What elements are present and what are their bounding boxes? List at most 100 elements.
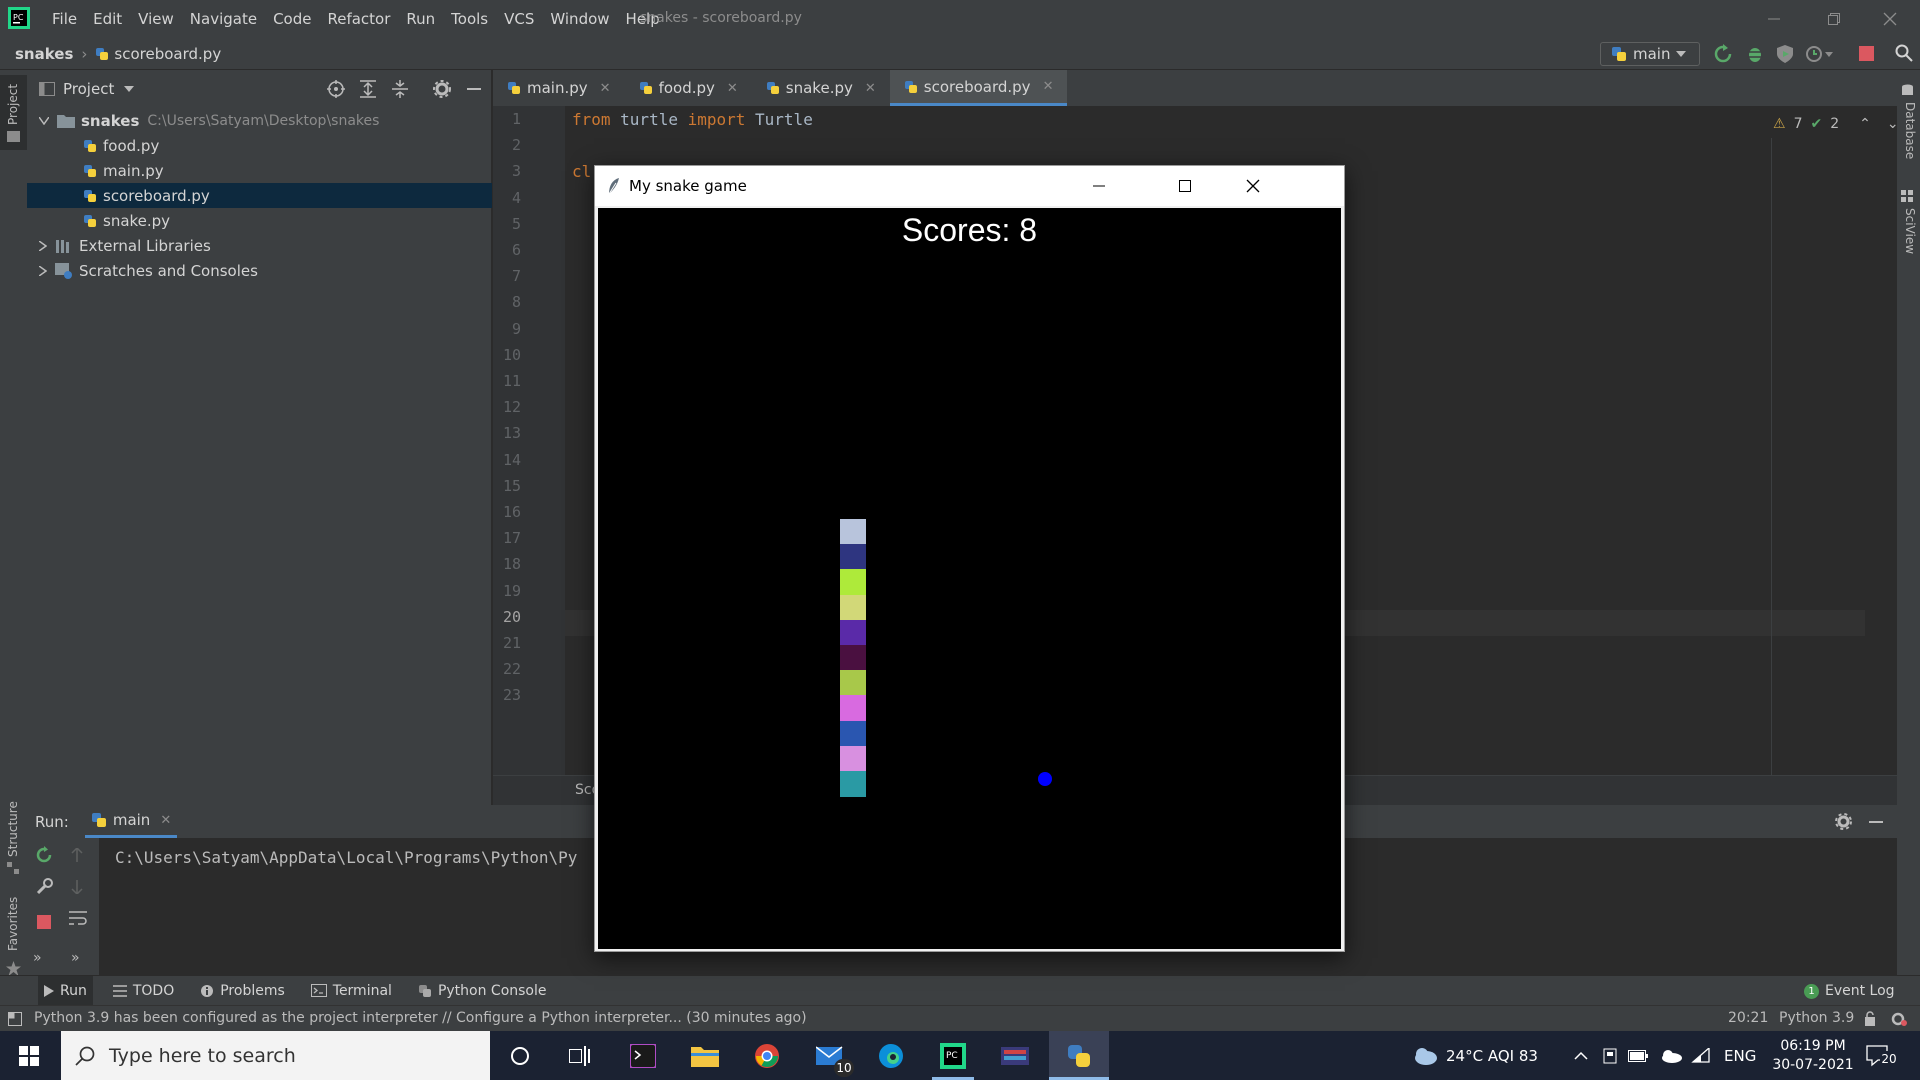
inspection-widget[interactable]: ⚠ 7 ✔ 2 ⌃ ⌄ — [1773, 116, 1899, 132]
taskbar-mail[interactable]: 10 — [801, 1031, 859, 1080]
profile-button[interactable] — [1805, 44, 1833, 64]
minimize-button[interactable] — [1744, 0, 1804, 37]
tool-tab-terminal[interactable]: Terminal — [310, 983, 392, 999]
wrench-icon[interactable] — [35, 878, 53, 896]
project-panel-title[interactable]: Project — [63, 80, 114, 98]
collapse-all-icon[interactable] — [392, 80, 408, 98]
game-maximize-button[interactable] — [1157, 166, 1213, 206]
project-tool-window-button[interactable]: Project — [0, 75, 27, 150]
game-title-bar[interactable]: My snake game — [595, 166, 1344, 206]
tool-tab-python-console[interactable]: Python Console — [418, 983, 547, 999]
code-line-3[interactable]: cl — [572, 162, 591, 181]
menu-code[interactable]: Code — [265, 10, 319, 28]
menu-edit[interactable]: Edit — [85, 10, 130, 28]
chevron-down-icon[interactable] — [39, 116, 49, 125]
taskbar-file-explorer[interactable] — [676, 1031, 734, 1080]
gear-icon[interactable] — [433, 80, 451, 98]
restore-button[interactable] — [1804, 0, 1864, 37]
game-canvas[interactable]: Scores: 8 — [598, 208, 1341, 949]
cortana-button[interactable] — [491, 1031, 549, 1080]
menu-vcs[interactable]: VCS — [496, 10, 542, 28]
tool-tab-event-log[interactable]: 1 Event Log — [1804, 983, 1895, 999]
clock[interactable]: 06:19 PM 30-07-2021 — [1768, 1031, 1858, 1080]
menu-window[interactable]: Window — [542, 10, 617, 28]
caret-position[interactable]: 20:21 — [1728, 1010, 1768, 1026]
taskbar-pycharm[interactable]: PC — [924, 1031, 982, 1080]
status-message[interactable]: Python 3.9 has been configured as the pr… — [34, 1010, 807, 1026]
tab-food-py[interactable]: food.py ✕ — [625, 70, 752, 106]
taskbar-python-turtle[interactable] — [1049, 1031, 1109, 1080]
menu-tools[interactable]: Tools — [443, 10, 496, 28]
run-output[interactable]: C:\Users\Satyam\AppData\Local\Programs\P… — [115, 848, 577, 867]
more-actions-icon[interactable]: » — [33, 950, 42, 966]
tree-item-scoreboard-py[interactable]: scoreboard.py — [27, 183, 492, 208]
task-view-button[interactable] — [551, 1031, 609, 1080]
close-tab-icon[interactable]: ✕ — [160, 813, 171, 828]
breadcrumb-file[interactable]: scoreboard.py — [95, 45, 221, 63]
menu-run[interactable]: Run — [398, 10, 443, 28]
tool-tab-run[interactable]: Run — [38, 975, 93, 1006]
tree-item-root[interactable]: snakes C:\Users\Satyam\Desktop\snakes — [27, 108, 492, 133]
gear-icon[interactable] — [1835, 813, 1852, 830]
interpreter-label[interactable]: Python 3.9 — [1779, 1010, 1854, 1026]
toggle-tool-windows-icon[interactable] — [8, 1012, 22, 1026]
tab-snake-py[interactable]: snake.py ✕ — [752, 70, 890, 106]
hide-panel-icon[interactable] — [467, 88, 481, 90]
memory-indicator-icon[interactable] — [1890, 1011, 1908, 1027]
run-config-select[interactable]: main — [1600, 42, 1700, 66]
taskbar-terminal-app[interactable] — [614, 1031, 672, 1080]
onedrive-button[interactable] — [1660, 1031, 1682, 1080]
rerun-icon[interactable] — [35, 846, 53, 864]
favorites-tool-window-button[interactable]: Favorites — [0, 885, 27, 985]
tree-item-external-libraries[interactable]: External Libraries — [27, 233, 492, 258]
close-tab-icon[interactable]: ✕ — [600, 81, 611, 96]
code-line-1[interactable]: from turtle import Turtle — [572, 110, 813, 129]
pycharm-logo-icon[interactable]: PC — [8, 7, 30, 29]
arrow-up-icon[interactable] — [71, 848, 83, 862]
language-indicator[interactable]: ENG — [1724, 1031, 1756, 1080]
menu-view[interactable]: View — [130, 10, 182, 28]
locate-file-icon[interactable] — [327, 80, 345, 98]
chevron-right-icon[interactable] — [39, 240, 47, 251]
tray-device-icon[interactable] — [1603, 1031, 1617, 1080]
tab-scoreboard-py[interactable]: scoreboard.py ✕ — [889, 70, 1068, 106]
start-button[interactable] — [0, 1031, 58, 1080]
weather-widget[interactable]: 24°C AQI 83 — [1412, 1031, 1538, 1080]
structure-tool-window-button[interactable]: Structure — [0, 790, 27, 880]
show-hidden-icons-button[interactable] — [1574, 1031, 1588, 1080]
hide-panel-icon[interactable] — [1869, 821, 1883, 823]
run-tab-main[interactable]: main ✕ — [84, 805, 178, 838]
battery-button[interactable] — [1628, 1031, 1648, 1080]
stop-button[interactable] — [1859, 46, 1874, 61]
tree-item-main-py[interactable]: main.py — [27, 158, 492, 183]
soft-wrap-icon[interactable] — [69, 910, 87, 926]
tree-item-snake-py[interactable]: snake.py — [27, 208, 492, 233]
notifications-button[interactable]: 20 — [1866, 1031, 1898, 1080]
tree-item-scratches[interactable]: Scratches and Consoles — [27, 258, 492, 283]
breadcrumb-project[interactable]: snakes — [15, 45, 73, 63]
tree-item-food-py[interactable]: food.py — [27, 133, 492, 158]
chevron-down-icon[interactable] — [124, 86, 135, 92]
game-minimize-button[interactable] — [1049, 166, 1149, 206]
debug-button[interactable] — [1745, 44, 1765, 64]
taskbar-edge[interactable] — [862, 1031, 920, 1080]
tool-tab-todo[interactable]: TODO — [112, 983, 174, 999]
database-tool-window-button[interactable]: Database — [1901, 84, 1917, 164]
arrow-down-icon[interactable] — [71, 880, 83, 894]
search-everywhere-button[interactable] — [1895, 44, 1913, 62]
menu-refactor[interactable]: Refactor — [319, 10, 398, 28]
close-tab-icon[interactable]: ✕ — [1043, 79, 1054, 94]
tool-tab-problems[interactable]: Problems — [200, 983, 285, 999]
game-close-button[interactable] — [1223, 166, 1283, 206]
taskbar-chrome[interactable] — [738, 1031, 796, 1080]
close-window-button[interactable] — [1860, 0, 1920, 37]
close-tab-icon[interactable]: ✕ — [865, 81, 876, 96]
taskbar-search-box[interactable]: Type here to search — [61, 1031, 490, 1080]
expand-all-icon[interactable] — [360, 80, 376, 98]
more-actions-icon[interactable]: » — [71, 950, 80, 966]
stop-icon[interactable] — [37, 915, 51, 929]
close-tab-icon[interactable]: ✕ — [727, 81, 738, 96]
menu-navigate[interactable]: Navigate — [182, 10, 265, 28]
chevron-up-icon[interactable]: ⌃ — [1859, 116, 1871, 132]
chevron-right-icon[interactable] — [39, 265, 47, 276]
